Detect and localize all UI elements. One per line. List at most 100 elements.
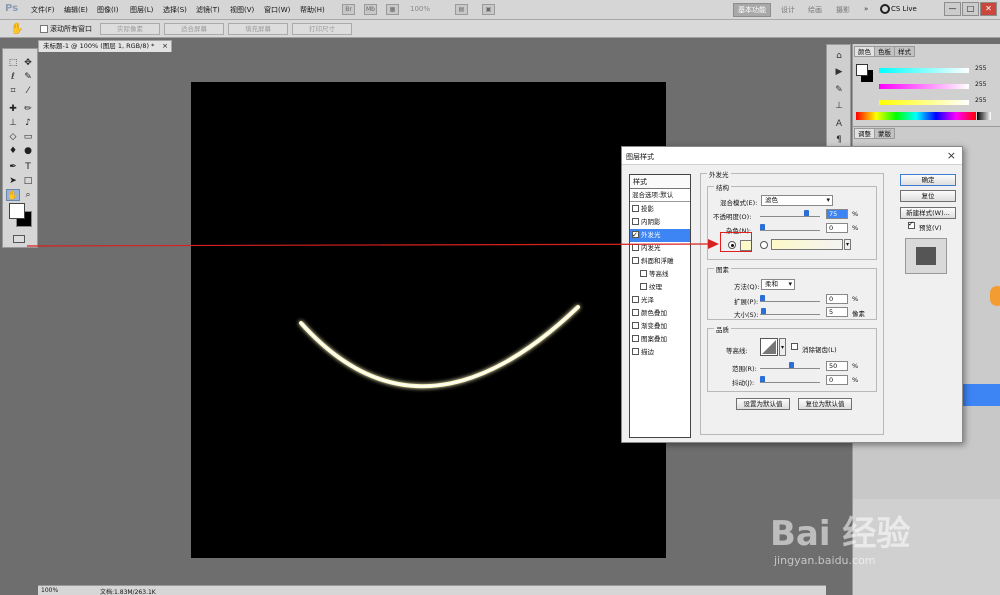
hand-tool-icon[interactable]: ✋	[10, 22, 24, 35]
jitter-input[interactable]: 0	[826, 375, 848, 385]
healing-brush-tool-icon[interactable]: ✚	[6, 103, 20, 115]
size-input[interactable]: 5	[826, 307, 848, 317]
spread-input[interactable]: 0	[826, 294, 848, 304]
screen-mode-icon[interactable]: ▣	[482, 4, 495, 15]
gradient-radio[interactable]	[760, 241, 768, 249]
bridge-icon[interactable]: Br	[342, 4, 355, 15]
style-item[interactable]: 内发光	[630, 242, 690, 255]
style-blending-default[interactable]: 混合选项:默认	[630, 189, 690, 202]
size-slider-track[interactable]	[760, 314, 820, 315]
document-tab[interactable]: 未标题-1 @ 100% (图层 1, RGB/8) * ×	[38, 40, 172, 52]
style-checkbox[interactable]	[632, 348, 639, 355]
style-item[interactable]: 描边	[630, 346, 690, 359]
style-checkbox[interactable]	[640, 270, 647, 277]
opacity-slider-thumb[interactable]	[803, 210, 809, 216]
tab-adjustments[interactable]: 调整	[854, 128, 875, 139]
noise-slider-track[interactable]	[760, 230, 820, 231]
tab-styles[interactable]: 样式	[894, 46, 915, 57]
foreground-color-swatch[interactable]	[9, 203, 25, 219]
menu-help[interactable]: 帮助(H)	[300, 5, 325, 15]
red-value[interactable]: 255	[975, 65, 986, 72]
new-style-button[interactable]: 新建样式(W)...	[900, 207, 956, 219]
menu-filter[interactable]: 滤镜(T)	[196, 5, 220, 15]
workspace-painting[interactable]: 绘画	[808, 5, 822, 15]
print-size-button[interactable]: 打印尺寸	[292, 23, 352, 35]
noise-slider-thumb[interactable]	[760, 224, 765, 230]
eyedropper-tool-icon[interactable]: ⁄	[21, 85, 35, 97]
character-panel-icon[interactable]: A	[832, 119, 846, 131]
brush-panel-icon[interactable]: ✎	[832, 85, 846, 97]
quick-select-tool-icon[interactable]: ✎	[21, 71, 35, 83]
gradient-dropdown-icon[interactable]: ▾	[844, 239, 851, 250]
style-item[interactable]: 颜色叠加	[630, 307, 690, 320]
antialias-checkbox[interactable]	[791, 343, 800, 351]
style-checkbox[interactable]	[632, 218, 639, 225]
blue-slider[interactable]	[879, 100, 969, 105]
minimize-button[interactable]: —	[944, 2, 961, 16]
maximize-button[interactable]: □	[962, 2, 979, 16]
color-panel-foreground-chip[interactable]	[856, 64, 868, 76]
style-checkbox[interactable]	[632, 229, 639, 242]
workspace-design[interactable]: 设计	[781, 5, 795, 15]
floating-badge-icon[interactable]	[990, 286, 1000, 306]
cs-live-icon[interactable]	[880, 4, 890, 14]
menu-select[interactable]: 选择(S)	[163, 5, 187, 15]
dialog-close-icon[interactable]: ×	[947, 149, 956, 162]
clone-stamp-tool-icon[interactable]: ⊥	[6, 117, 20, 129]
jitter-slider-thumb[interactable]	[760, 376, 765, 382]
minibridge-icon[interactable]: Mb	[364, 4, 377, 15]
arrange-icon[interactable]: ▤	[455, 4, 468, 15]
style-item[interactable]: 等高线	[630, 268, 690, 281]
style-item[interactable]: 渐变叠加	[630, 320, 690, 333]
style-item[interactable]: 斜面和浮雕	[630, 255, 690, 268]
type-tool-icon[interactable]: T	[21, 161, 35, 173]
close-button[interactable]: ✕	[980, 2, 997, 16]
zoom-tool-icon[interactable]: ⌕	[21, 189, 35, 201]
glow-gradient-picker[interactable]	[771, 239, 843, 250]
blend-mode-select[interactable]: 滤色	[761, 195, 833, 206]
fill-screen-button[interactable]: 填充屏幕	[228, 23, 288, 35]
blur-tool-icon[interactable]: ♦	[6, 145, 20, 157]
quick-mask-icon[interactable]	[13, 235, 25, 243]
ok-button[interactable]: 确定	[900, 174, 956, 186]
history-panel-icon[interactable]: ⌂	[832, 51, 846, 63]
scroll-all-windows-checkbox[interactable]	[40, 25, 48, 33]
lasso-tool-icon[interactable]: ℓ	[6, 71, 20, 83]
blue-value[interactable]: 255	[975, 97, 986, 104]
move-tool-icon[interactable]: ✥	[21, 57, 35, 69]
dodge-tool-icon[interactable]: ●	[21, 145, 35, 157]
eraser-tool-icon[interactable]: ◇	[6, 131, 20, 143]
contour-dropdown-icon[interactable]: ▾	[779, 338, 786, 356]
color-spectrum-bw[interactable]	[977, 112, 991, 120]
make-default-button[interactable]: 设置为默认值	[736, 398, 790, 410]
marquee-tool-icon[interactable]: ⬚	[6, 57, 20, 69]
style-checkbox[interactable]	[632, 309, 639, 316]
preview-checkbox[interactable]	[908, 220, 917, 230]
noise-input[interactable]: 0	[826, 223, 848, 233]
style-checkbox[interactable]	[632, 205, 639, 212]
shape-tool-icon[interactable]: □	[21, 175, 35, 187]
actual-pixels-button[interactable]: 实际像素	[100, 23, 160, 35]
style-item[interactable]: 图案叠加	[630, 333, 690, 346]
style-checkbox[interactable]	[632, 322, 639, 329]
pen-tool-icon[interactable]: ✒	[6, 161, 20, 173]
dialog-titlebar[interactable]: 图层样式 ×	[622, 147, 962, 165]
reset-to-default-button[interactable]: 复位为默认值	[798, 398, 852, 410]
gradient-tool-icon[interactable]: ▭	[21, 131, 35, 143]
range-slider-track[interactable]	[760, 368, 820, 369]
range-slider-thumb[interactable]	[789, 362, 794, 368]
menu-file[interactable]: 文件(F)	[31, 5, 55, 15]
tab-masks[interactable]: 蒙版	[874, 128, 895, 139]
style-item[interactable]: 外发光	[630, 229, 690, 242]
green-value[interactable]: 255	[975, 81, 986, 88]
style-checkbox[interactable]	[640, 283, 647, 290]
menu-view[interactable]: 视图(V)	[230, 5, 254, 15]
style-item[interactable]: 内阴影	[630, 216, 690, 229]
close-icon[interactable]: ×	[162, 41, 168, 52]
style-item[interactable]: 纹理	[630, 281, 690, 294]
technique-select[interactable]: 柔和	[761, 279, 795, 290]
workspace-essentials-button[interactable]: 基本功能	[733, 3, 771, 17]
actions-panel-icon[interactable]: ▶	[832, 67, 846, 79]
brush-tool-icon[interactable]: ✏	[21, 103, 35, 115]
path-select-tool-icon[interactable]: ➤	[6, 175, 20, 187]
